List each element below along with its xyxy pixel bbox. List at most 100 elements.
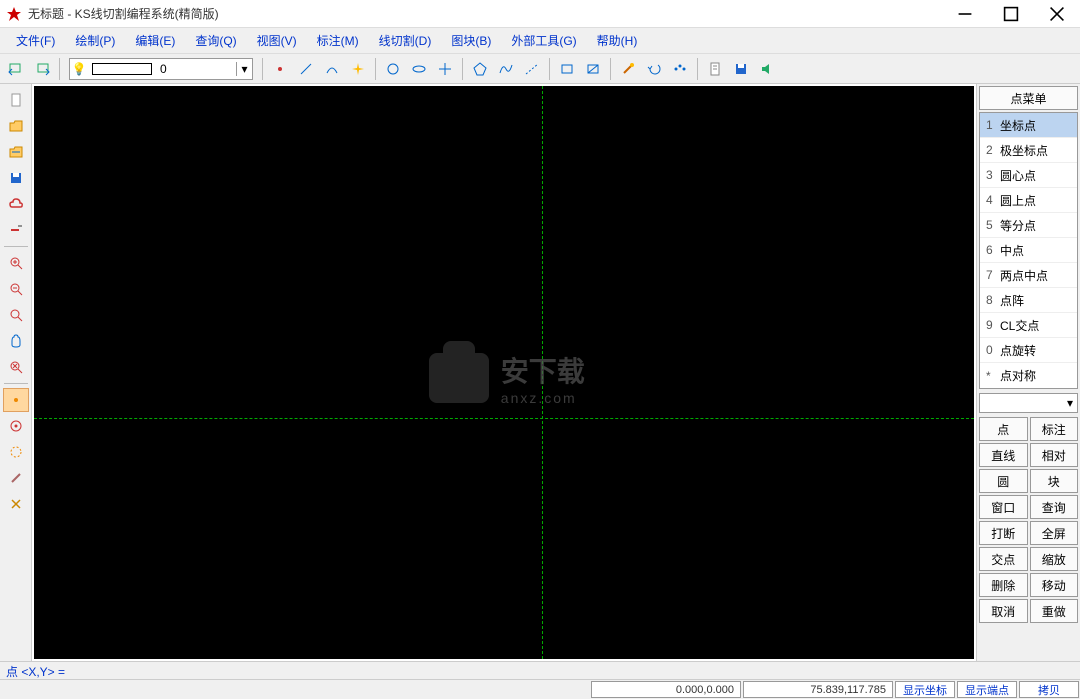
erase-button[interactable] xyxy=(3,218,29,242)
zoom-out-button[interactable] xyxy=(3,277,29,301)
cloud-button[interactable] xyxy=(3,192,29,216)
point-menu-item-9[interactable]: 0点旋转 xyxy=(980,338,1077,363)
ring3-button[interactable] xyxy=(3,440,29,464)
menu-query[interactable]: 查询(Q) xyxy=(185,29,246,52)
maximize-button[interactable] xyxy=(988,0,1034,28)
menu-draw[interactable]: 绘制(P) xyxy=(65,29,125,52)
next-view-button[interactable] xyxy=(30,57,54,81)
speaker-button[interactable] xyxy=(755,57,779,81)
point-menu-label: 点旋转 xyxy=(1000,342,1036,359)
layer-color-swatch xyxy=(92,63,152,75)
point-menu-index: * xyxy=(986,369,1000,383)
point-menu-item-1[interactable]: 2极坐标点 xyxy=(980,138,1077,163)
title-bar: 无标题 - KS线切割编程系统(精简版) xyxy=(0,0,1080,28)
prev-view-button[interactable] xyxy=(4,57,28,81)
rect2-tool-button[interactable] xyxy=(581,57,605,81)
cmd-button-14[interactable]: 取消 xyxy=(979,599,1028,623)
menu-help[interactable]: 帮助(H) xyxy=(587,29,648,52)
rect-tool-button[interactable] xyxy=(555,57,579,81)
point-menu-item-10[interactable]: *点对称 xyxy=(980,363,1077,388)
panel-dropdown[interactable]: ▾ xyxy=(979,393,1078,413)
point-menu-index: 2 xyxy=(986,143,1000,157)
point-menu-index: 6 xyxy=(986,243,1000,257)
cmd-button-3[interactable]: 相对 xyxy=(1030,443,1079,467)
cmd-button-11[interactable]: 缩放 xyxy=(1030,547,1079,571)
cmd-button-1[interactable]: 标注 xyxy=(1030,417,1079,441)
xmark-button[interactable] xyxy=(3,492,29,516)
pan-button[interactable] xyxy=(3,329,29,353)
crosshair-tool-button[interactable] xyxy=(433,57,457,81)
menu-edit[interactable]: 编辑(E) xyxy=(125,29,185,52)
layer-name: 0 xyxy=(156,62,236,76)
menu-annotate[interactable]: 标注(M) xyxy=(307,29,369,52)
cmd-button-15[interactable]: 重做 xyxy=(1030,599,1079,623)
cmd-button-2[interactable]: 直线 xyxy=(979,443,1028,467)
drawing-canvas[interactable]: 安下载 anxz.com xyxy=(34,86,974,659)
arc-tool-button[interactable] xyxy=(320,57,344,81)
point-menu-item-4[interactable]: 5等分点 xyxy=(980,213,1077,238)
point-menu-item-6[interactable]: 7两点中点 xyxy=(980,263,1077,288)
polygon-tool-button[interactable] xyxy=(468,57,492,81)
cmd-button-10[interactable]: 交点 xyxy=(979,547,1028,571)
cmd-button-8[interactable]: 打断 xyxy=(979,521,1028,545)
copy-button[interactable]: 拷贝 xyxy=(1019,681,1079,698)
save-button[interactable] xyxy=(729,57,753,81)
cmd-button-0[interactable]: 点 xyxy=(979,417,1028,441)
show-endpoints-button[interactable]: 显示端点 xyxy=(957,681,1017,698)
sparkle-tool-button[interactable] xyxy=(346,57,370,81)
command-line[interactable]: 点 <X,Y> = xyxy=(0,661,1080,679)
menu-external[interactable]: 外部工具(G) xyxy=(501,29,586,52)
line-tool-button[interactable] xyxy=(294,57,318,81)
menu-wirecut[interactable]: 线切割(D) xyxy=(369,29,442,52)
new-file-button[interactable] xyxy=(3,88,29,112)
cmd-button-4[interactable]: 圆 xyxy=(979,469,1028,493)
cmd-button-6[interactable]: 窗口 xyxy=(979,495,1028,519)
point-tool-button[interactable] xyxy=(268,57,292,81)
point-menu-item-2[interactable]: 3圆心点 xyxy=(980,163,1077,188)
point-menu-header[interactable]: 点菜单 xyxy=(979,86,1078,110)
left-toolbar xyxy=(0,84,32,661)
brush-button[interactable] xyxy=(3,466,29,490)
ellipse-tool-button[interactable] xyxy=(407,57,431,81)
save-file-button[interactable] xyxy=(3,166,29,190)
dashed-tool-button[interactable] xyxy=(520,57,544,81)
watermark-text: 安下载 xyxy=(501,350,585,390)
menu-view[interactable]: 视图(V) xyxy=(247,29,307,52)
app-icon xyxy=(6,6,22,22)
status-bar: 0.000,0.000 75.839,117.785 显示坐标 显示端点 拷贝 xyxy=(0,679,1080,699)
chevron-down-icon[interactable]: ▾ xyxy=(236,62,252,76)
open2-file-button[interactable] xyxy=(3,140,29,164)
circle-tool-button[interactable] xyxy=(381,57,405,81)
zoom-fit-button[interactable] xyxy=(3,303,29,327)
watermark: 安下载 anxz.com xyxy=(429,350,585,406)
minimize-button[interactable] xyxy=(942,0,988,28)
point-menu-item-8[interactable]: 9CL交点 xyxy=(980,313,1077,338)
ring1-button[interactable] xyxy=(3,388,29,412)
cmd-button-9[interactable]: 全屏 xyxy=(1030,521,1079,545)
redo-dots-button[interactable] xyxy=(668,57,692,81)
menu-block[interactable]: 图块(B) xyxy=(441,29,501,52)
cmd-button-12[interactable]: 删除 xyxy=(979,573,1028,597)
layer-selector[interactable]: 💡 0 ▾ xyxy=(69,58,253,80)
point-menu-item-5[interactable]: 6中点 xyxy=(980,238,1077,263)
point-menu-item-0[interactable]: 1坐标点 xyxy=(980,113,1077,138)
point-menu-index: 0 xyxy=(986,343,1000,357)
zoom-in-button[interactable] xyxy=(3,251,29,275)
menu-file[interactable]: 文件(F) xyxy=(6,29,65,52)
undo-button[interactable] xyxy=(642,57,666,81)
cmd-button-7[interactable]: 查询 xyxy=(1030,495,1079,519)
spline-tool-button[interactable] xyxy=(494,57,518,81)
point-menu-item-7[interactable]: 8点阵 xyxy=(980,288,1077,313)
ring2-button[interactable] xyxy=(3,414,29,438)
show-coords-button[interactable]: 显示坐标 xyxy=(895,681,955,698)
open-file-button[interactable] xyxy=(3,114,29,138)
point-menu-label: 中点 xyxy=(1000,242,1024,259)
zoom-reset-button[interactable] xyxy=(3,355,29,379)
point-menu-list: 1坐标点2极坐标点3圆心点4圆上点5等分点6中点7两点中点8点阵9CL交点0点旋… xyxy=(979,112,1078,389)
point-menu-item-3[interactable]: 4圆上点 xyxy=(980,188,1077,213)
cmd-button-5[interactable]: 块 xyxy=(1030,469,1079,493)
wand-tool-button[interactable] xyxy=(616,57,640,81)
cmd-button-13[interactable]: 移动 xyxy=(1030,573,1079,597)
close-button[interactable] xyxy=(1034,0,1080,28)
document-button[interactable] xyxy=(703,57,727,81)
